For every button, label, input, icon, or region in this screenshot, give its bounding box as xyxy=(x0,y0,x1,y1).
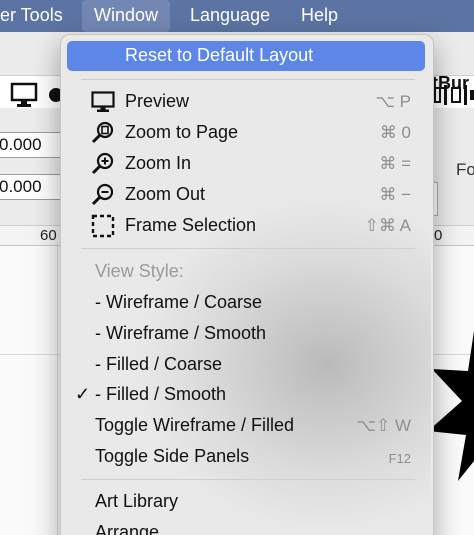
toggle-side-panels-item[interactable]: Toggle Side Panels F12 xyxy=(61,442,433,473)
checkmark-icon: ✓ xyxy=(75,384,91,404)
grid-line xyxy=(57,246,58,535)
zoom-out-item[interactable]: Zoom Out ⌘ − xyxy=(61,180,433,211)
menu-separator xyxy=(81,248,415,249)
toggle-wireframe-filled-item[interactable]: Toggle Wireframe / Filled ⌥⇧ W xyxy=(61,411,433,442)
y-coordinate-field[interactable]: 0.000 xyxy=(0,174,64,200)
preview-shortcut: ⌥ P xyxy=(375,92,411,111)
style-wireframe-coarse-item[interactable]: - Wireframe / Coarse xyxy=(61,288,433,319)
art-library-item[interactable]: Art Library xyxy=(61,487,433,518)
style-wireframe-smooth-label: - Wireframe / Smooth xyxy=(95,323,267,343)
style-filled-coarse-item[interactable]: - Filled / Coarse xyxy=(61,350,433,381)
style-filled-coarse-label: - Filled / Coarse xyxy=(95,354,223,374)
window-menu-dropdown: Reset to Default Layout Preview ⌥ P Zoom… xyxy=(60,34,434,535)
zoom-out-shortcut: ⌘ − xyxy=(379,185,411,204)
reset-default-layout-label: Reset to Default Layout xyxy=(125,45,314,65)
menu-separator xyxy=(81,479,415,480)
frame-selection-shortcut: ⇧⌘ A xyxy=(364,216,411,235)
style-filled-smooth-label: - Filled / Smooth xyxy=(95,384,227,404)
right-panel-label: Fo xyxy=(456,160,474,179)
preview-item[interactable]: Preview ⌥ P xyxy=(61,87,433,118)
arrange-item[interactable]: Arrange xyxy=(61,518,433,535)
frame-selection-label: Frame Selection xyxy=(125,215,257,235)
zoom-to-page-label: Zoom to Page xyxy=(125,122,239,142)
menu-help[interactable]: Help xyxy=(289,0,350,32)
arrange-label: Arrange xyxy=(95,522,160,535)
style-wireframe-coarse-label: - Wireframe / Coarse xyxy=(95,292,263,312)
zoom-page-icon xyxy=(91,121,114,144)
x-coordinate-field[interactable]: 0.000 xyxy=(0,132,64,158)
style-wireframe-smooth-item[interactable]: - Wireframe / Smooth xyxy=(61,319,433,350)
view-style-heading: View Style: xyxy=(61,257,433,288)
zoom-to-page-shortcut: ⌘ 0 xyxy=(379,123,411,142)
style-filled-smooth-item[interactable]: ✓ - Filled / Smooth xyxy=(61,380,433,411)
align-toolbar-icon[interactable] xyxy=(434,82,474,108)
gear-toolbar-icon[interactable] xyxy=(46,84,60,106)
zoom-in-label: Zoom In xyxy=(125,153,192,173)
star-shape[interactable] xyxy=(428,331,474,511)
ruler-label-0: 0 xyxy=(434,227,443,244)
toggle-side-panels-label: Toggle Side Panels xyxy=(95,446,250,466)
menu-tools[interactable]: er Tools xyxy=(0,0,75,32)
menu-separator xyxy=(81,79,415,80)
zoom-in-item[interactable]: Zoom In ⌘ = xyxy=(61,149,433,180)
zoom-out-label: Zoom Out xyxy=(125,184,206,204)
art-library-label: Art Library xyxy=(95,491,179,511)
toggle-side-panels-shortcut: F12 xyxy=(388,451,411,466)
frame-selection-icon xyxy=(91,214,115,238)
monitor-toolbar-icon[interactable] xyxy=(10,82,38,108)
frame-selection-item[interactable]: Frame Selection ⇧⌘ A xyxy=(61,211,433,242)
view-style-heading-label: View Style: xyxy=(95,261,184,281)
toggle-wireframe-filled-label: Toggle Wireframe / Filled xyxy=(95,415,295,435)
zoom-in-shortcut: ⌘ = xyxy=(379,154,411,173)
zoom-out-icon xyxy=(91,183,114,206)
menu-window[interactable]: Window xyxy=(82,0,171,32)
toggle-wireframe-filled-shortcut: ⌥⇧ W xyxy=(356,416,411,435)
reset-default-layout-item[interactable]: Reset to Default Layout xyxy=(67,41,425,71)
preview-label: Preview xyxy=(125,91,190,111)
zoom-to-page-item[interactable]: Zoom to Page ⌘ 0 xyxy=(61,118,433,149)
monitor-icon xyxy=(91,91,115,112)
zoom-in-icon xyxy=(91,152,114,175)
ruler-label-60: 60 xyxy=(40,227,57,244)
menu-bar: er Tools Window Language Help xyxy=(0,0,474,32)
menu-language[interactable]: Language xyxy=(178,0,282,32)
